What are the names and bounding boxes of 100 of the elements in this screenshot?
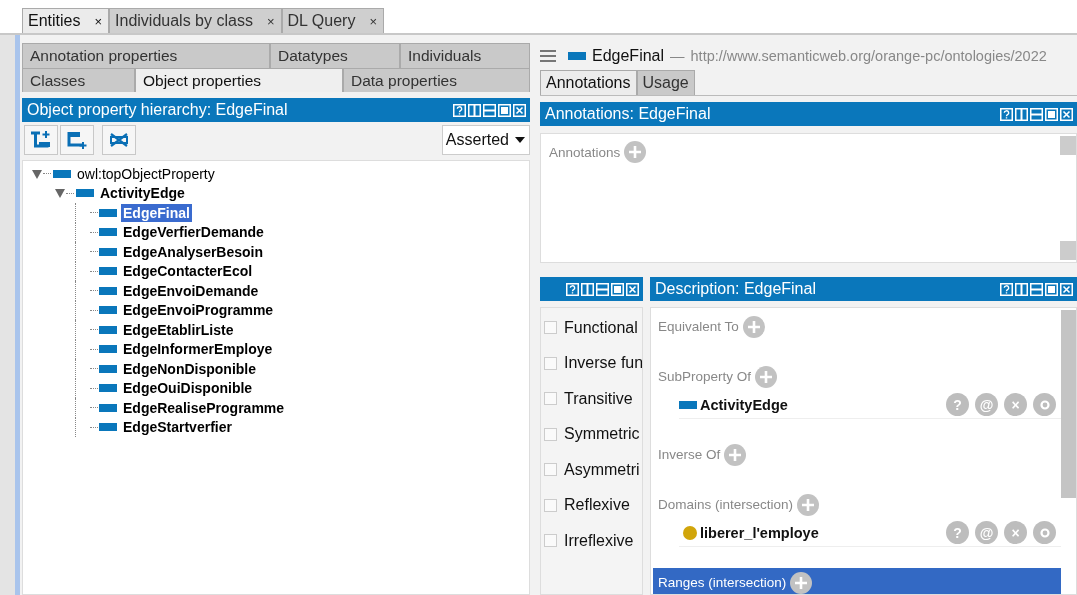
tree-item[interactable]: EdgeStartverfier [121,418,234,437]
checkbox-label: Reflexive [564,496,630,515]
help-icon[interactable] [453,103,466,117]
tree-item[interactable]: EdgeNonDisponible [121,359,258,378]
tree-item[interactable]: owl:topObjectProperty [75,164,217,183]
detail-tab[interactable]: Annotations [540,70,637,95]
workspace-tab[interactable]: DL Query × [281,8,384,33]
split-vertical-icon[interactable] [1015,282,1028,296]
property-icon [99,423,117,432]
maximize-icon[interactable] [1045,107,1058,121]
property-icon [568,52,586,60]
checkbox-label: Inverse fun [564,354,642,373]
property-icon [99,403,117,412]
property-icon [99,345,117,354]
checkbox[interactable] [544,463,557,477]
section-header[interactable]: SubProperty Of [653,362,1061,391]
tree-item[interactable]: EdgeRealiseProgramme [121,398,287,417]
workspace-tab[interactable]: Individuals by class × [109,8,282,33]
section-header[interactable]: Equivalent To [653,312,1061,341]
scrollbar-thumb[interactable] [1061,310,1076,498]
split-vertical-icon[interactable] [468,103,481,117]
delete-property-icon [108,130,130,150]
checkbox[interactable] [544,427,557,441]
property-icon [679,400,697,409]
property-icon [76,189,94,198]
checkbox[interactable] [544,392,557,406]
property-icon [53,169,71,178]
tree-item[interactable]: EdgeContacterEcol [121,262,255,281]
split-vertical-icon[interactable] [581,282,594,296]
tree-item[interactable]: EdgeEnvoiDemande [121,281,261,300]
entity-tab[interactable]: Data properties [343,67,530,92]
axiom-item[interactable]: liberer_l'employe [700,524,940,541]
tree-item[interactable]: EdgeEtablirListe [121,320,236,339]
tree-item[interactable]: EdgeOuiDisponible [121,379,255,398]
view-title: Object property hierarchy: EdgeFinal [27,101,289,119]
split-horizontal-icon[interactable] [1030,107,1043,121]
checkbox[interactable] [544,498,557,512]
tree-item[interactable]: EdgeAnalyserBesoin [121,242,266,261]
property-icon [99,325,117,334]
delete-property-button[interactable] [102,125,136,155]
separator-dash: — [670,48,685,64]
class-icon [683,525,697,540]
split-vertical-icon[interactable] [1015,107,1028,121]
maximize-icon[interactable] [1045,282,1058,296]
entity-tab[interactable]: Individuals [400,43,530,68]
collapse-triangle-icon[interactable] [54,187,66,200]
ring-icon [1039,399,1050,410]
split-horizontal-icon[interactable] [1030,282,1043,296]
tree-item[interactable]: ActivityEdge [98,184,187,203]
entity-iri: http://www.semanticweb.org/orange-pc/ontologies/2022 [690,48,1047,64]
caret-icon [515,137,525,143]
help-icon[interactable] [1000,107,1013,121]
close-tab-button[interactable]: × [94,13,103,29]
property-icon [99,267,117,276]
close-tab-button[interactable]: × [266,13,275,29]
collapse-triangle-icon[interactable] [31,167,43,180]
add-sibling-property-icon [66,130,88,150]
maximize-icon[interactable] [611,282,624,296]
checkbox[interactable] [544,356,557,370]
workspace-tab[interactable]: Entities × [22,8,110,33]
tree-item[interactable]: EdgeFinal [121,203,192,222]
help-icon[interactable] [566,282,579,296]
close-tab-button[interactable]: × [369,13,377,29]
close-icon[interactable] [1060,107,1073,121]
property-icon [99,228,117,237]
tree-item[interactable]: EdgeInformerEmploye [121,340,275,359]
split-horizontal-icon[interactable] [483,103,496,117]
add-icon[interactable] [790,571,813,594]
section-header[interactable]: Domains (intersection) [653,490,1061,519]
checkbox-label: Irreflexive [564,531,634,550]
split-horizontal-icon[interactable] [596,282,609,296]
close-icon[interactable] [626,282,639,296]
property-icon [99,306,117,315]
section-header[interactable]: Inverse Of [653,440,1061,469]
checkbox[interactable] [544,321,557,335]
detail-tab[interactable]: Usage [636,70,695,95]
add-sibling-property-button[interactable] [60,125,94,155]
section-header[interactable]: Ranges (intersection) [653,568,1061,594]
maximize-icon[interactable] [498,103,511,117]
property-icon [99,384,117,393]
entity-tab[interactable]: Datatypes [270,43,400,68]
close-icon[interactable] [513,103,526,117]
view-title: Description: EdgeFinal [655,280,817,298]
add-sub-property-icon [30,130,52,150]
tree-item[interactable]: EdgeVerfierDemande [121,223,266,242]
menu-icon[interactable] [540,49,556,63]
axiom-item[interactable]: ActivityEdge [700,396,940,413]
property-icon [99,364,117,373]
entity-tab[interactable]: Classes [22,67,135,92]
tree-item[interactable]: EdgeEnvoiProgramme [121,301,276,320]
checkbox[interactable] [544,534,557,548]
view-title: Annotations: EdgeFinal [545,105,712,123]
help-icon[interactable] [1000,282,1013,296]
close-icon[interactable] [1060,282,1073,296]
view-mode-dropdown[interactable]: Asserted [441,125,530,155]
entity-tab[interactable]: Object properties [135,67,343,92]
ring-icon [1039,527,1050,538]
entity-tab[interactable]: Annotation properties [22,43,270,68]
checkbox-label: Asymmetri [564,460,640,479]
add-sub-property-button[interactable] [24,125,58,155]
